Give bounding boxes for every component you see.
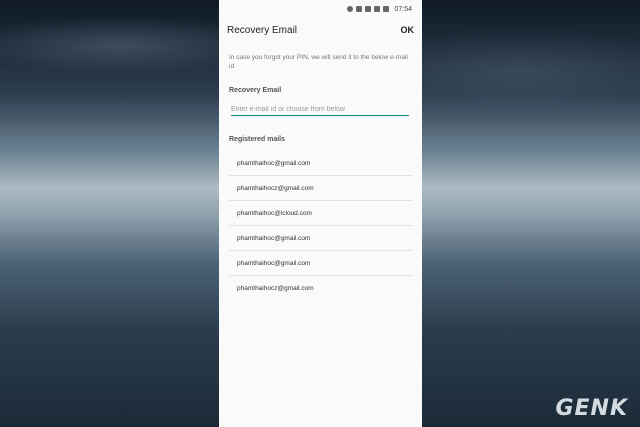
list-item[interactable]: phamthaihocz@gmail.com [229, 176, 412, 201]
phone-screen: 07:54 Recovery Email OK In case you forg… [219, 0, 422, 427]
status-bar: 07:54 [219, 0, 422, 18]
genk-watermark-logo: GENK [555, 396, 628, 421]
ok-button[interactable]: OK [401, 25, 415, 35]
wifi-icon [356, 6, 363, 12]
recovery-email-input[interactable] [231, 106, 409, 116]
registered-mail-list: phamthaihoc@gmail.com phamthaihocz@gmail… [229, 151, 412, 300]
signal-icon [374, 6, 381, 12]
alarm-icon [347, 6, 354, 12]
list-item[interactable]: phamthaihoc@gmail.com [229, 151, 412, 176]
list-item[interactable]: phamthaihoc@gmail.com [229, 251, 412, 276]
description-text: In case you forgot your PIN, we will sen… [229, 54, 408, 70]
app-header: Recovery Email OK [219, 18, 422, 42]
list-item[interactable]: phamthaihoc@icloud.com [229, 201, 412, 226]
sim-icon [365, 6, 372, 12]
status-time: 07:54 [394, 5, 412, 13]
list-item[interactable]: phamthaihoc@gmail.com [229, 226, 412, 251]
recovery-email-label: Recovery Email [229, 87, 282, 94]
battery-icon [383, 6, 390, 12]
list-item[interactable]: phamthaihocz@gmail.com [229, 276, 412, 300]
registered-mails-label: Registered mails [229, 136, 286, 143]
page-title: Recovery Email [227, 24, 298, 36]
